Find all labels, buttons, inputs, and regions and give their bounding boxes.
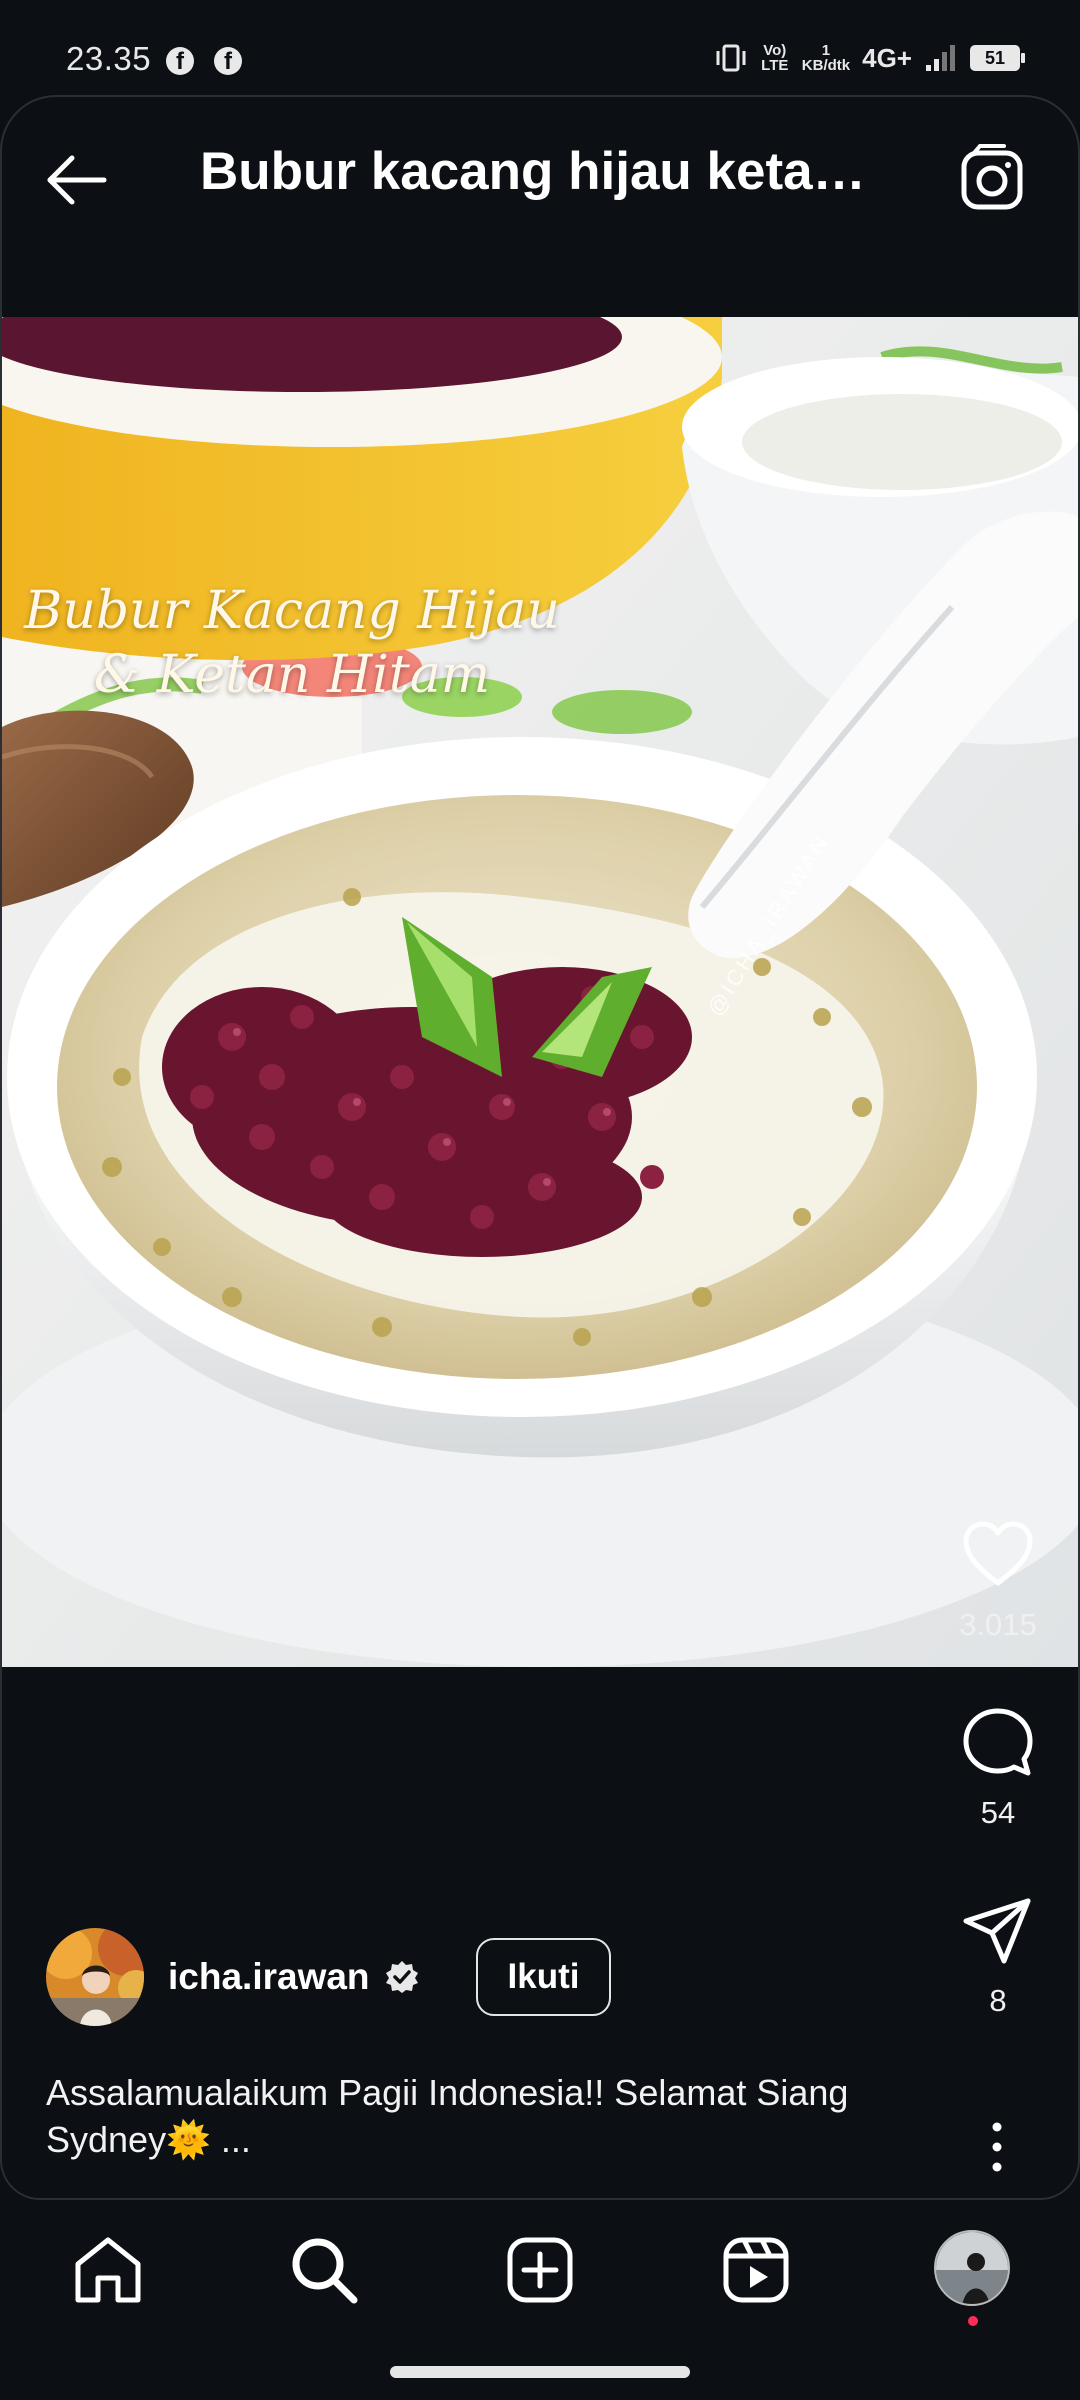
comment-count: 54 [980, 1795, 1016, 1830]
comment-icon [963, 1708, 1033, 1776]
vibrate-icon [716, 44, 746, 72]
share-button[interactable]: 8 [953, 1893, 1043, 2019]
page-title: Bubur kacang hijau ketan hitam [200, 142, 890, 201]
like-count: 3.015 [959, 1607, 1037, 1642]
author-avatar[interactable] [46, 1928, 144, 2026]
post-image[interactable]: Bubur Kacang Hijau & Ketan Hitam @ICHA_I… [2, 317, 1078, 1667]
back-arrow-icon[interactable] [42, 145, 112, 215]
send-icon [963, 1898, 1031, 1964]
create-post-icon[interactable] [502, 2232, 578, 2308]
signal-icon [926, 45, 955, 71]
notification-dot [968, 2316, 978, 2326]
verified-badge-icon [385, 1961, 418, 1993]
facebook-notification-icon: f [166, 47, 194, 75]
home-indicator[interactable] [390, 2366, 690, 2378]
home-icon[interactable] [70, 2232, 146, 2308]
profile-avatar[interactable] [934, 2230, 1010, 2306]
post-viewer: Bubur kacang hijau ketan hitam [0, 95, 1080, 2200]
avatar-image [46, 1928, 144, 2026]
status-indicators: Vo) LTE 1 KB/dtk 4G+ 51 [714, 38, 1025, 78]
status-time: 23.35 [66, 40, 152, 77]
header: Bubur kacang hijau ketan hitam [2, 97, 1078, 317]
network-speed: 1 KB/dtk [801, 42, 851, 74]
reels-icon[interactable] [718, 2232, 794, 2308]
follow-button[interactable]: Ikuti [475, 1938, 612, 2016]
heart-icon [963, 1521, 1033, 1586]
network-type: 4G+ [862, 42, 912, 73]
post-caption[interactable]: Assalamualaikum Pagii Indonesia!! Selama… [46, 2069, 926, 2163]
post-author: icha.irawan Ikuti [46, 1927, 612, 2027]
more-options-icon[interactable] [977, 2117, 1017, 2177]
battery-icon: 51 [970, 45, 1025, 71]
image-overlay-caption: Bubur Kacang Hijau & Ketan Hitam [24, 581, 560, 705]
bubur-photo [2, 317, 1078, 1667]
camera-icon[interactable] [958, 143, 1030, 215]
share-count: 8 [989, 1983, 1007, 2018]
profile-image [936, 2232, 1008, 2304]
like-button[interactable]: 3.015 [953, 1517, 1043, 1643]
comment-button[interactable]: 54 [953, 1705, 1043, 1831]
search-icon[interactable] [286, 2232, 362, 2308]
caption-text: Assalamualaikum Pagii Indonesia!! Selama… [46, 2072, 849, 2160]
facebook-notification-icon: f [214, 47, 242, 75]
caption-more[interactable]: ... [211, 2119, 251, 2160]
volte-indicator: Vo) LTE [761, 42, 789, 74]
author-username[interactable]: icha.irawan [168, 1956, 370, 1998]
status-bar: 23.35 f f Vo) LTE 1 KB/dtk 4G+ 51 [0, 0, 1080, 95]
